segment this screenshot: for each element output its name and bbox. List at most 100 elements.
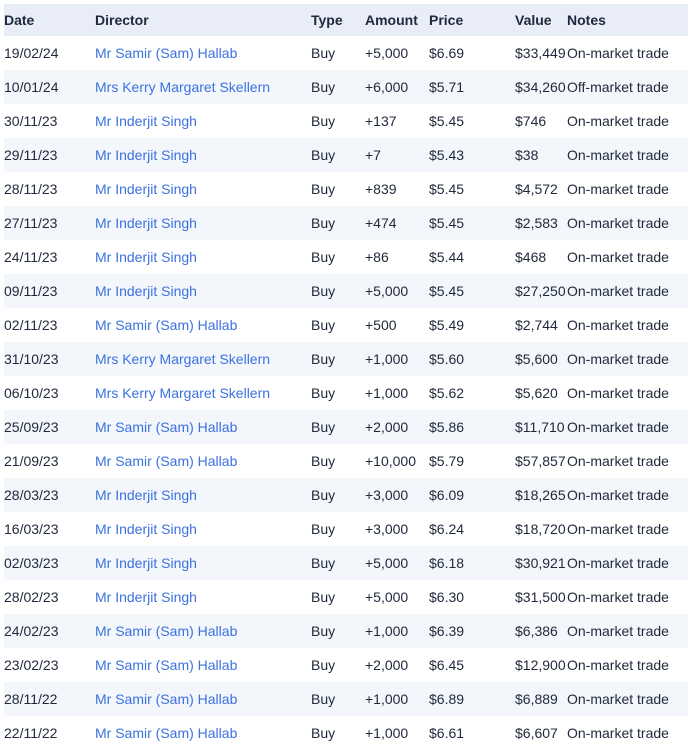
cell-notes: On-market trade: [567, 138, 688, 172]
cell-price: $5.44: [429, 240, 515, 274]
cell-value: $2,583: [515, 206, 567, 240]
cell-price: $6.18: [429, 546, 515, 580]
table-row: 10/01/24Mrs Kerry Margaret SkellernBuy+6…: [4, 70, 688, 104]
director-link[interactable]: Mr Inderjit Singh: [95, 555, 197, 571]
col-header-notes: Notes: [567, 4, 688, 36]
cell-price: $5.71: [429, 70, 515, 104]
table-row: 28/11/22Mr Samir (Sam) HallabBuy+1,000$6…: [4, 682, 688, 716]
cell-price: $5.86: [429, 410, 515, 444]
table-body: 19/02/24Mr Samir (Sam) HallabBuy+5,000$6…: [4, 36, 688, 750]
cell-notes: On-market trade: [567, 682, 688, 716]
director-link[interactable]: Mrs Kerry Margaret Skellern: [95, 385, 270, 401]
cell-price: $6.69: [429, 36, 515, 70]
director-link[interactable]: Mr Samir (Sam) Hallab: [95, 725, 237, 741]
cell-type: Buy: [311, 546, 365, 580]
table-row: 28/03/23Mr Inderjit SinghBuy+3,000$6.09$…: [4, 478, 688, 512]
cell-price: $6.39: [429, 614, 515, 648]
table-row: 09/11/23Mr Inderjit SinghBuy+5,000$5.45$…: [4, 274, 688, 308]
cell-type: Buy: [311, 240, 365, 274]
cell-amount: +3,000: [365, 478, 429, 512]
cell-director: Mr Samir (Sam) Hallab: [95, 308, 311, 342]
director-link[interactable]: Mr Samir (Sam) Hallab: [95, 453, 237, 469]
cell-amount: +7: [365, 138, 429, 172]
cell-amount: +5,000: [365, 274, 429, 308]
cell-price: $6.09: [429, 478, 515, 512]
director-link[interactable]: Mr Inderjit Singh: [95, 181, 197, 197]
cell-notes: On-market trade: [567, 206, 688, 240]
table-row: 24/02/23Mr Samir (Sam) HallabBuy+1,000$6…: [4, 614, 688, 648]
col-header-date: Date: [4, 4, 95, 36]
cell-type: Buy: [311, 376, 365, 410]
director-link[interactable]: Mr Inderjit Singh: [95, 249, 197, 265]
cell-amount: +5,000: [365, 36, 429, 70]
cell-amount: +5,000: [365, 580, 429, 614]
director-link[interactable]: Mr Inderjit Singh: [95, 589, 197, 605]
cell-price: $5.43: [429, 138, 515, 172]
cell-date: 22/11/22: [4, 716, 95, 750]
director-link[interactable]: Mr Samir (Sam) Hallab: [95, 45, 237, 61]
director-link[interactable]: Mrs Kerry Margaret Skellern: [95, 79, 270, 95]
cell-director: Mrs Kerry Margaret Skellern: [95, 342, 311, 376]
col-header-amount: Amount: [365, 4, 429, 36]
cell-value: $6,889: [515, 682, 567, 716]
cell-price: $5.45: [429, 274, 515, 308]
cell-date: 19/02/24: [4, 36, 95, 70]
col-header-type: Type: [311, 4, 365, 36]
director-link[interactable]: Mr Samir (Sam) Hallab: [95, 623, 237, 639]
cell-value: $27,250: [515, 274, 567, 308]
cell-value: $5,600: [515, 342, 567, 376]
director-link[interactable]: Mr Samir (Sam) Hallab: [95, 657, 237, 673]
cell-amount: +3,000: [365, 512, 429, 546]
cell-director: Mr Inderjit Singh: [95, 240, 311, 274]
cell-type: Buy: [311, 70, 365, 104]
director-link[interactable]: Mr Inderjit Singh: [95, 521, 197, 537]
cell-notes: On-market trade: [567, 716, 688, 750]
director-link[interactable]: Mr Inderjit Singh: [95, 215, 197, 231]
cell-date: 24/11/23: [4, 240, 95, 274]
director-link[interactable]: Mr Samir (Sam) Hallab: [95, 317, 237, 333]
cell-type: Buy: [311, 444, 365, 478]
cell-value: $468: [515, 240, 567, 274]
director-link[interactable]: Mr Inderjit Singh: [95, 147, 197, 163]
cell-value: $5,620: [515, 376, 567, 410]
cell-notes: On-market trade: [567, 546, 688, 580]
director-link[interactable]: Mr Inderjit Singh: [95, 487, 197, 503]
cell-amount: +1,000: [365, 682, 429, 716]
cell-amount: +500: [365, 308, 429, 342]
director-link[interactable]: Mr Inderjit Singh: [95, 283, 197, 299]
cell-notes: Off-market trade: [567, 70, 688, 104]
col-header-director: Director: [95, 4, 311, 36]
cell-amount: +1,000: [365, 376, 429, 410]
table-row: 02/11/23Mr Samir (Sam) HallabBuy+500$5.4…: [4, 308, 688, 342]
cell-director: Mr Samir (Sam) Hallab: [95, 648, 311, 682]
table-row: 19/02/24Mr Samir (Sam) HallabBuy+5,000$6…: [4, 36, 688, 70]
director-link[interactable]: Mrs Kerry Margaret Skellern: [95, 351, 270, 367]
cell-amount: +137: [365, 104, 429, 138]
cell-date: 30/11/23: [4, 104, 95, 138]
col-header-price: Price: [429, 4, 515, 36]
cell-price: $5.62: [429, 376, 515, 410]
table-row: 02/03/23Mr Inderjit SinghBuy+5,000$6.18$…: [4, 546, 688, 580]
cell-director: Mr Inderjit Singh: [95, 274, 311, 308]
cell-director: Mr Inderjit Singh: [95, 478, 311, 512]
cell-date: 28/11/22: [4, 682, 95, 716]
cell-value: $11,710: [515, 410, 567, 444]
table-row: 28/02/23Mr Inderjit SinghBuy+5,000$6.30$…: [4, 580, 688, 614]
cell-notes: On-market trade: [567, 240, 688, 274]
cell-date: 21/09/23: [4, 444, 95, 478]
table-row: 25/09/23Mr Samir (Sam) HallabBuy+2,000$5…: [4, 410, 688, 444]
cell-price: $5.49: [429, 308, 515, 342]
table-row: 22/11/22Mr Samir (Sam) HallabBuy+1,000$6…: [4, 716, 688, 750]
cell-notes: On-market trade: [567, 444, 688, 478]
cell-date: 27/11/23: [4, 206, 95, 240]
cell-type: Buy: [311, 138, 365, 172]
cell-amount: +2,000: [365, 648, 429, 682]
cell-notes: On-market trade: [567, 104, 688, 138]
director-link[interactable]: Mr Inderjit Singh: [95, 113, 197, 129]
director-link[interactable]: Mr Samir (Sam) Hallab: [95, 419, 237, 435]
table-row: 29/11/23Mr Inderjit SinghBuy+7$5.43$38On…: [4, 138, 688, 172]
cell-date: 16/03/23: [4, 512, 95, 546]
cell-date: 23/02/23: [4, 648, 95, 682]
cell-type: Buy: [311, 478, 365, 512]
director-link[interactable]: Mr Samir (Sam) Hallab: [95, 691, 237, 707]
